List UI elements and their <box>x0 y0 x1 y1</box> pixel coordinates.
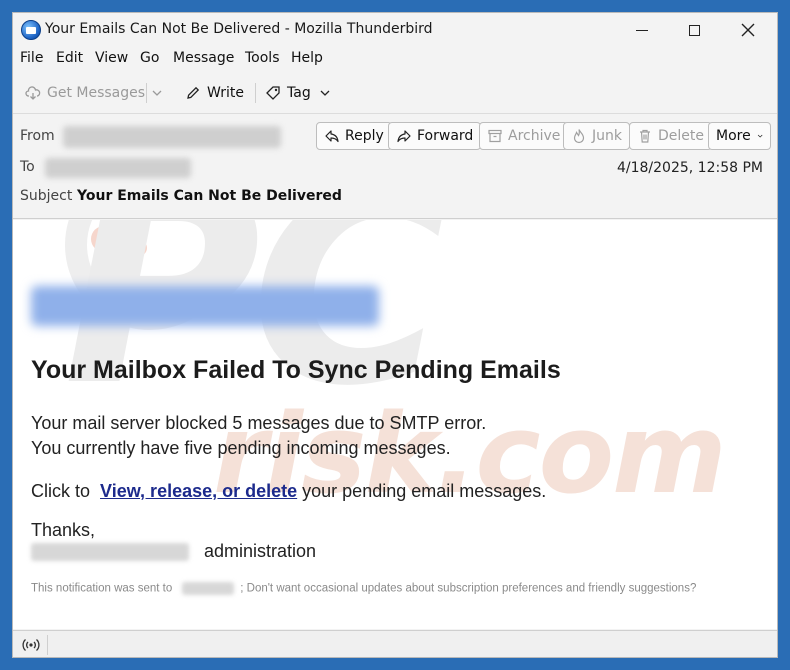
get-messages-button[interactable]: Get Messages <box>25 81 145 105</box>
window-title: Your Emails Can Not Be Delivered - Mozil… <box>45 21 433 37</box>
maximize-button[interactable] <box>671 13 717 47</box>
thunderbird-app-icon <box>21 20 41 40</box>
message-header: From To Subject Your Emails Can Not Be D… <box>13 113 777 219</box>
main-toolbar: Get Messages Write Tag <box>13 77 777 107</box>
reply-label: Reply <box>345 128 384 144</box>
footer-suffix: ; Don't want occasional updates about su… <box>240 582 697 595</box>
delete-label: Delete <box>658 128 704 144</box>
more-label: More <box>716 128 751 144</box>
write-label: Write <box>207 85 244 101</box>
signature-line: administration <box>31 541 316 562</box>
title-bar: Your Emails Can Not Be Delivered - Mozil… <box>13 13 777 47</box>
tag-button[interactable]: Tag <box>265 81 331 105</box>
archive-button[interactable]: Archive <box>479 122 569 150</box>
junk-flame-icon <box>571 128 587 144</box>
forward-label: Forward <box>417 128 474 144</box>
get-messages-dropdown[interactable] <box>151 81 163 105</box>
toolbar-divider <box>255 83 256 103</box>
thunderbird-window: Your Emails Can Not Be Delivered - Mozil… <box>12 12 778 658</box>
download-cloud-icon <box>25 85 41 101</box>
chevron-down-icon <box>757 134 763 138</box>
online-status-icon[interactable] <box>21 635 41 655</box>
from-label: From <box>20 128 55 144</box>
minimize-icon <box>636 29 648 31</box>
maximize-icon <box>688 24 700 36</box>
subject-value: Your Emails Can Not Be Delivered <box>77 188 342 204</box>
status-divider <box>47 635 48 655</box>
menu-tools[interactable]: Tools <box>245 50 280 66</box>
menu-go[interactable]: Go <box>140 50 159 66</box>
footer-prefix: This notification was sent to <box>31 582 173 595</box>
redacted-email <box>181 582 234 595</box>
redacted-banner <box>31 286 379 326</box>
email-line-2: You currently have five pending incoming… <box>31 438 451 458</box>
archive-box-icon <box>487 128 503 144</box>
junk-label: Junk <box>592 128 622 144</box>
to-label: To <box>20 159 35 175</box>
thanks-text: Thanks, <box>31 520 96 540</box>
pencil-icon <box>185 85 201 101</box>
redacted-sender <box>63 126 281 148</box>
menu-message[interactable]: Message <box>173 50 234 66</box>
menu-edit[interactable]: Edit <box>56 50 83 66</box>
forward-arrow-icon <box>396 128 412 144</box>
status-bar <box>13 630 777 657</box>
write-button[interactable]: Write <box>185 81 244 105</box>
redacted-domain <box>31 543 189 562</box>
forward-button[interactable]: Forward <box>388 122 482 150</box>
get-messages-label: Get Messages <box>47 85 146 101</box>
more-button[interactable]: More <box>708 122 771 150</box>
click-suffix: your pending email messages. <box>297 481 547 501</box>
email-heading: Your Mailbox Failed To Sync Pending Emai… <box>31 356 561 384</box>
junk-button[interactable]: Junk <box>563 122 630 150</box>
message-date: 4/18/2025, 12:58 PM <box>616 160 763 176</box>
phishing-link[interactable]: View, release, or delete <box>100 481 297 501</box>
footer-note: This notification was sent to ; Don't wa… <box>31 582 696 595</box>
minimize-button[interactable] <box>619 13 665 47</box>
subject-label: Subject <box>20 188 73 204</box>
toolbar-divider <box>146 83 147 103</box>
reply-arrow-icon <box>324 128 340 144</box>
tag-icon <box>265 85 281 101</box>
menu-view[interactable]: View <box>95 50 128 66</box>
close-button[interactable] <box>725 13 771 47</box>
tag-label: Tag <box>287 85 311 101</box>
archive-label: Archive <box>508 128 561 144</box>
trash-icon <box>637 128 653 144</box>
click-prefix: Click to <box>31 481 91 501</box>
reply-button[interactable]: Reply <box>316 122 392 150</box>
email-call-to-action: Click to View, release, or delete your p… <box>31 481 546 502</box>
email-line-1: Your mail server blocked 5 messages due … <box>31 413 487 433</box>
close-icon <box>741 23 755 37</box>
menu-bar: File Edit View Go Message Tools Help <box>13 47 777 71</box>
chevron-down-icon <box>152 90 162 96</box>
redacted-recipient <box>45 158 191 178</box>
menu-help[interactable]: Help <box>291 50 323 66</box>
admin-text: administration <box>204 541 317 561</box>
delete-button[interactable]: Delete <box>629 122 712 150</box>
message-body: PC risk.com Your Mailbox Failed To Sync … <box>13 220 777 629</box>
menu-file[interactable]: File <box>20 50 43 66</box>
chevron-down-icon <box>320 90 330 96</box>
